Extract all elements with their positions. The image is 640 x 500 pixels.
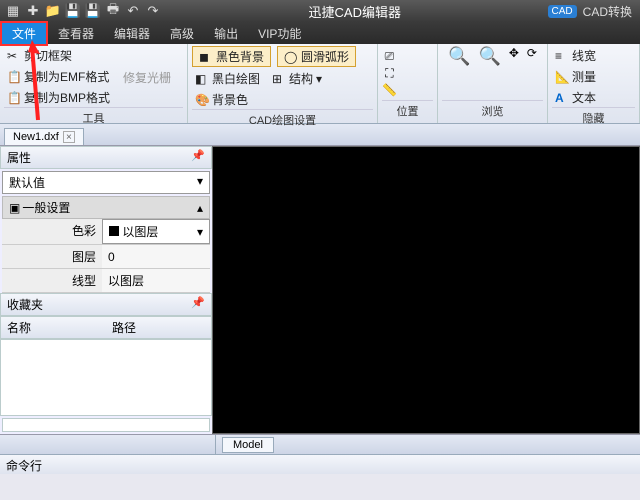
menu-viewer[interactable]: 查看器 (48, 23, 104, 44)
document-tab[interactable]: New1.dxf × (4, 128, 84, 145)
bottom-tabstrip: Model (0, 434, 640, 454)
ribbon-group-hide-label: 隐藏 (552, 107, 635, 128)
menu-output[interactable]: 输出 (204, 23, 248, 44)
zoomin-icon[interactable]: 🔍 (478, 46, 500, 67)
pan-icon[interactable]: ✥ (509, 46, 519, 67)
ribbon-group-browse-label: 浏览 (442, 100, 543, 121)
save-icon[interactable]: 💾 (64, 2, 82, 20)
lineweight-button[interactable]: ≡线宽 (552, 46, 599, 65)
default-dropdown[interactable]: 默认值▾ (2, 171, 210, 194)
cut-frame-button[interactable]: ✂剪切框架 (4, 46, 113, 65)
command-line[interactable]: 命令行 (0, 454, 640, 474)
measure-button[interactable]: 📐测量 (552, 67, 599, 86)
prop-linetype-label: 线型 (2, 269, 102, 292)
panel-pin-icon[interactable]: 📌 (191, 149, 205, 166)
close-tab-icon[interactable]: × (63, 131, 75, 143)
panel-pin-icon[interactable]: 📌 (191, 296, 205, 313)
undo-icon[interactable]: ↶ (124, 2, 142, 20)
model-tab[interactable]: Model (222, 437, 274, 453)
menu-advanced[interactable]: 高级 (160, 23, 204, 44)
copy-bmp-button[interactable]: 📋复制为BMP格式 (4, 88, 113, 107)
chevron-down-icon: ▾ (197, 225, 203, 239)
favorites-list (0, 339, 212, 416)
menubar: 文件 查看器 编辑器 高级 输出 VIP功能 (0, 22, 640, 44)
prop-layer-label: 图层 (2, 245, 102, 268)
fit-icon[interactable]: ⛶ (385, 66, 393, 81)
col-path[interactable]: 路径 (106, 317, 211, 338)
bottom-list (2, 418, 210, 432)
saveas-icon[interactable]: 💾 (84, 2, 102, 20)
rotate-icon[interactable]: ⟳ (527, 46, 537, 67)
cad-badge: CAD (548, 5, 577, 18)
ribbon-group-draw-label: CAD绘图设置 (192, 109, 373, 130)
favorites-header: 收藏夹 📌 (0, 293, 212, 316)
ruler-icon[interactable]: 📏 (382, 83, 397, 97)
general-section[interactable]: ▣ 一般设置 ▴ (2, 196, 210, 219)
position-icon[interactable]: ⎚ (385, 49, 395, 64)
favorites-columns: 名称 路径 (0, 316, 212, 339)
black-bg-toggle[interactable]: ◼黑色背景 (192, 46, 271, 67)
smooth-arc-toggle[interactable]: ◯圆滑弧形 (277, 46, 356, 67)
prop-color-value[interactable]: 以图层▾ (102, 219, 210, 244)
drawing-canvas[interactable] (212, 146, 640, 434)
zoomout-icon[interactable]: 🔍 (448, 46, 470, 67)
copy-emf-button[interactable]: 📋复制为EMF格式 (4, 67, 113, 86)
print-icon[interactable]: 🖶 (104, 2, 122, 20)
prop-linetype-value[interactable]: 以图层 (102, 269, 210, 292)
chevron-down-icon: ▾ (197, 174, 203, 191)
menu-editor[interactable]: 编辑器 (104, 23, 160, 44)
col-name[interactable]: 名称 (1, 317, 106, 338)
fix-raster-button: 修复光栅 (120, 68, 174, 87)
open-icon[interactable]: 📁 (44, 2, 62, 20)
prop-layer-value[interactable]: 0 (102, 245, 210, 268)
properties-header: 属性 📌 (0, 146, 212, 169)
menu-file[interactable]: 文件 (0, 21, 48, 46)
app-icon: ▦ (4, 2, 22, 20)
structure-button[interactable]: ⊞结构▾ (269, 69, 325, 88)
ribbon-group-tools-label: 工具 (4, 107, 183, 128)
ribbon: ✂剪切框架 📋复制为EMF格式 📋复制为BMP格式 修复光栅 工具 ◼黑色背景 … (0, 44, 640, 124)
menu-vip[interactable]: VIP功能 (248, 23, 311, 44)
ribbon-group-position-label: 位置 (382, 100, 433, 121)
redo-icon[interactable]: ↷ (144, 2, 162, 20)
bw-draw-button[interactable]: ◧黑白绘图 (192, 69, 263, 88)
bg-color-button[interactable]: 🎨背景色 (192, 90, 251, 109)
collapse-icon[interactable]: ▴ (197, 201, 203, 215)
new-icon[interactable]: ✚ (24, 2, 42, 20)
text-button[interactable]: A文本 (552, 88, 599, 107)
app-title: 迅捷CAD编辑器 (162, 2, 548, 21)
side-panel: 属性 📌 默认值▾ ▣ 一般设置 ▴ 色彩 以图层▾ 图层 0 线型 以图层 (0, 146, 212, 434)
cad-convert-link[interactable]: CAD转换 (583, 3, 632, 20)
document-tab-label: New1.dxf (13, 131, 59, 143)
prop-color-label: 色彩 (2, 219, 102, 244)
titlebar: ▦ ✚ 📁 💾 💾 🖶 ↶ ↷ 迅捷CAD编辑器 CAD CAD转换 (0, 0, 640, 22)
